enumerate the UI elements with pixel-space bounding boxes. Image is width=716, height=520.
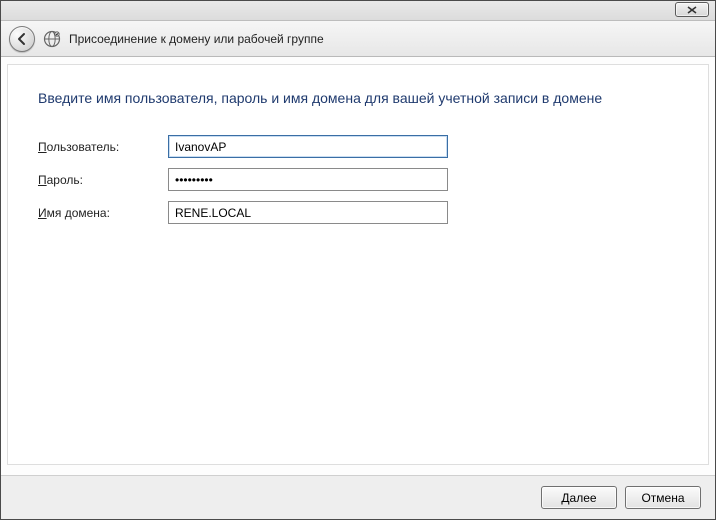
wizard-body: Введите имя пользователя, пароль и имя д…: [7, 64, 709, 465]
instruction-text: Введите имя пользователя, пароль и имя д…: [38, 89, 678, 107]
username-label: Пользователь:: [38, 140, 168, 154]
network-icon: [43, 30, 61, 48]
titlebar: [1, 1, 715, 21]
wizard-header: Присоединение к домену или рабочей групп…: [1, 21, 715, 57]
password-input[interactable]: [168, 168, 448, 191]
close-icon: [686, 6, 698, 14]
next-button[interactable]: Далее: [541, 486, 617, 509]
domain-input[interactable]: [168, 201, 448, 224]
username-row: Пользователь:: [38, 135, 678, 158]
wizard-window: Присоединение к домену или рабочей групп…: [0, 0, 716, 520]
password-label: Пароль:: [38, 173, 168, 187]
cancel-button[interactable]: Отмена: [625, 486, 701, 509]
wizard-title: Присоединение к домену или рабочей групп…: [69, 32, 324, 46]
domain-row: Имя домена:: [38, 201, 678, 224]
back-button[interactable]: [9, 26, 35, 52]
domain-label: Имя домена:: [38, 206, 168, 220]
password-row: Пароль:: [38, 168, 678, 191]
arrow-left-icon: [15, 32, 29, 46]
username-input[interactable]: [168, 135, 448, 158]
wizard-footer: Далее Отмена: [1, 475, 715, 519]
window-close-button[interactable]: [675, 2, 709, 17]
